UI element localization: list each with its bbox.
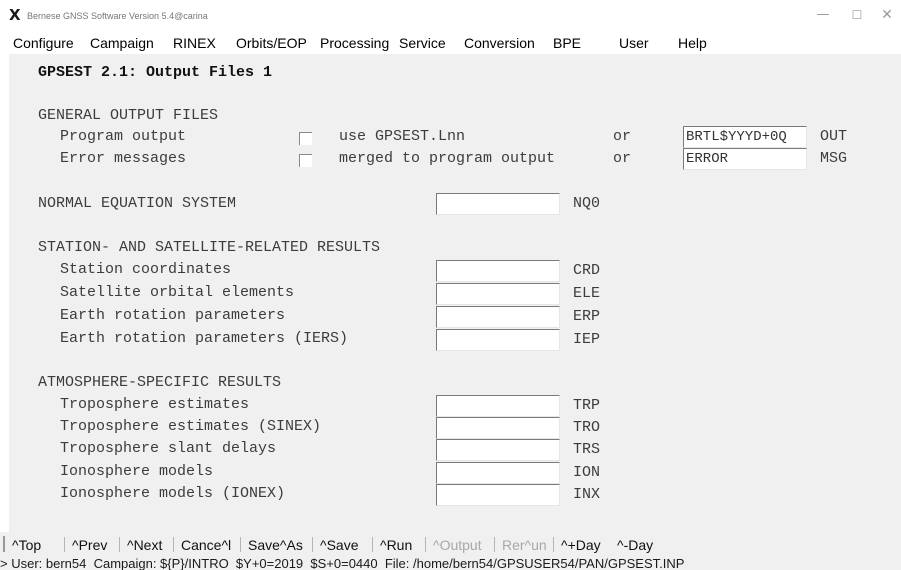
menu-service[interactable]: Service (399, 35, 446, 51)
earth-rotation-parameters-label: Earth rotation parameters (60, 307, 286, 324)
toolbar-separator (173, 537, 174, 552)
error-messages-option-label: merged to program output (339, 150, 556, 167)
menu-processing[interactable]: Processing (320, 35, 389, 51)
window-titlebar: X Bernese GNSS Software Version 5.4@cari… (0, 0, 901, 32)
ionosphere-models-label: Ionosphere models (60, 463, 214, 480)
station-coordinates-extension: CRD (573, 262, 601, 279)
minimize-icon: — (816, 7, 830, 22)
prev-button[interactable]: ^Prev (72, 537, 107, 553)
plus-day-button[interactable]: ^+Day (561, 537, 601, 553)
toolbar-separator (553, 537, 554, 552)
maximize-icon: ☐ (851, 8, 863, 22)
input-panel: GPSEST 2.1: Output Files 1 GENERAL OUTPU… (9, 54, 901, 532)
top-button[interactable]: ^Top (12, 537, 41, 553)
output-button[interactable]: ^Output (433, 537, 482, 553)
save-as-button[interactable]: Save^As (248, 537, 303, 553)
toolbar-grip[interactable] (3, 536, 5, 552)
menu-bar: Configure Campaign RINEX Orbits/EOP Proc… (0, 32, 901, 54)
toolbar-separator (494, 537, 495, 552)
troposphere-slant-delays-field[interactable] (436, 439, 560, 461)
rerun-button[interactable]: Rer^un (502, 537, 547, 553)
satellite-orbital-elements-extension: ELE (573, 285, 601, 302)
save-button[interactable]: ^Save (320, 537, 358, 553)
troposphere-estimates-field[interactable] (436, 395, 560, 417)
error-messages-extension: MSG (820, 150, 848, 167)
section-heading-normal-equation: NORMAL EQUATION SYSTEM (38, 195, 237, 212)
ionosphere-models-field[interactable] (436, 462, 560, 484)
earth-rotation-parameters-field[interactable] (436, 306, 560, 328)
troposphere-estimates-extension: TRP (573, 397, 601, 414)
app-logo-icon: X (9, 6, 21, 24)
ionosphere-ionex-extension: INX (573, 486, 601, 503)
menu-conversion[interactable]: Conversion (464, 35, 535, 51)
station-coordinates-label: Station coordinates (60, 261, 232, 278)
toolbar-separator (312, 537, 313, 552)
troposphere-estimates-label: Troposphere estimates (60, 396, 250, 413)
cancel-button[interactable]: Cance^l (181, 537, 231, 553)
error-messages-or-label: or (613, 150, 632, 167)
menu-bpe[interactable]: BPE (553, 35, 581, 51)
troposphere-sinex-extension: TRO (573, 419, 601, 436)
normal-equation-field[interactable] (436, 193, 560, 215)
toolbar-separator (372, 537, 373, 552)
program-output-checkbox[interactable] (299, 132, 312, 145)
menu-orbits-eop[interactable]: Orbits/EOP (236, 35, 307, 51)
toolbar-separator (119, 537, 120, 552)
close-button[interactable]: ✕ (874, 4, 900, 26)
close-icon: ✕ (881, 7, 893, 23)
troposphere-sinex-label: Troposphere estimates (SINEX) (60, 418, 322, 435)
satellite-orbital-elements-label: Satellite orbital elements (60, 284, 295, 301)
ionosphere-ionex-field[interactable] (436, 484, 560, 506)
error-messages-field[interactable]: ERROR (683, 148, 807, 170)
section-heading-general: GENERAL OUTPUT FILES (38, 107, 219, 124)
status-text: > User: bern54 Campaign: ${P}/INTRO $Y+0… (0, 556, 685, 570)
toolbar-separator (64, 537, 65, 552)
toolbar-separator (240, 537, 241, 552)
menu-configure[interactable]: Configure (13, 35, 74, 51)
troposphere-slant-delays-extension: TRS (573, 441, 601, 458)
menu-campaign[interactable]: Campaign (90, 35, 154, 51)
station-coordinates-field[interactable] (436, 260, 560, 282)
section-heading-atmosphere: ATMOSPHERE-SPECIFIC RESULTS (38, 374, 282, 391)
program-output-field[interactable]: BRTL$YYYD+0Q (683, 126, 807, 148)
panel-title: GPSEST 2.1: Output Files 1 (38, 64, 273, 81)
program-output-extension: OUT (820, 128, 848, 145)
program-output-option-label: use GPSEST.Lnn (339, 128, 466, 145)
button-toolbar: ^Top ^Prev ^Next Cance^l Save^As ^Save ^… (0, 532, 901, 556)
minus-day-button[interactable]: ^-Day (617, 537, 653, 553)
program-output-label: Program output (60, 128, 187, 145)
menu-rinex[interactable]: RINEX (173, 35, 216, 51)
section-heading-station-satellite: STATION- AND SATELLITE-RELATED RESULTS (38, 239, 381, 256)
troposphere-sinex-field[interactable] (436, 417, 560, 439)
next-button[interactable]: ^Next (127, 537, 162, 553)
maximize-button[interactable]: ☐ (844, 4, 870, 26)
normal-equation-extension: NQ0 (573, 195, 601, 212)
error-messages-label: Error messages (60, 150, 187, 167)
earth-rotation-parameters-extension: ERP (573, 308, 601, 325)
menu-help[interactable]: Help (678, 35, 707, 51)
error-messages-checkbox[interactable] (299, 154, 312, 167)
program-output-or-label: or (613, 128, 632, 145)
satellite-orbital-elements-field[interactable] (436, 283, 560, 305)
menu-user[interactable]: User (619, 35, 649, 51)
troposphere-slant-delays-label: Troposphere slant delays (60, 440, 277, 457)
status-bar: > User: bern54 Campaign: ${P}/INTRO $Y+0… (0, 556, 901, 570)
earth-rotation-iers-field[interactable] (436, 329, 560, 351)
window-title: Bernese GNSS Software Version 5.4@carina (27, 11, 208, 21)
ionosphere-ionex-label: Ionosphere models (IONEX) (60, 485, 286, 502)
earth-rotation-iers-label: Earth rotation parameters (IERS) (60, 330, 349, 347)
run-button[interactable]: ^Run (380, 537, 412, 553)
minimize-button[interactable]: — (810, 4, 836, 26)
toolbar-separator (425, 537, 426, 552)
ionosphere-models-extension: ION (573, 464, 601, 481)
earth-rotation-iers-extension: IEP (573, 331, 601, 348)
